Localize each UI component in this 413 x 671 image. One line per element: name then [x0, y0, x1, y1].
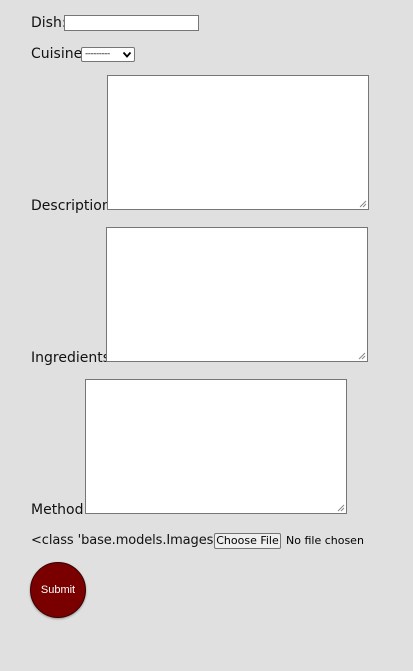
dish-input[interactable]	[64, 15, 199, 31]
ingredients-textarea[interactable]	[106, 227, 368, 362]
chevron-down-icon	[122, 51, 132, 58]
resize-grip-icon[interactable]	[359, 200, 367, 208]
description-label: Description:	[31, 198, 116, 214]
ingredients-label: Ingredients:	[31, 350, 115, 366]
submit-button[interactable]: Submit	[30, 562, 86, 618]
cuisine-selected-value: ---------	[85, 49, 110, 59]
cuisine-select[interactable]: ---------	[81, 47, 135, 62]
file-status-text: No file chosen	[286, 534, 364, 547]
method-textarea[interactable]	[85, 379, 347, 514]
description-textarea[interactable]	[107, 75, 369, 210]
resize-grip-icon[interactable]	[337, 504, 345, 512]
images-label: <class 'base.models.Images'>:	[31, 533, 232, 548]
cuisine-label: Cuisine:	[31, 46, 87, 62]
resize-grip-icon[interactable]	[358, 352, 366, 360]
choose-file-button[interactable]: Choose File	[214, 533, 281, 549]
dish-label: Dish:	[31, 15, 67, 31]
method-label: Method:	[31, 502, 89, 518]
